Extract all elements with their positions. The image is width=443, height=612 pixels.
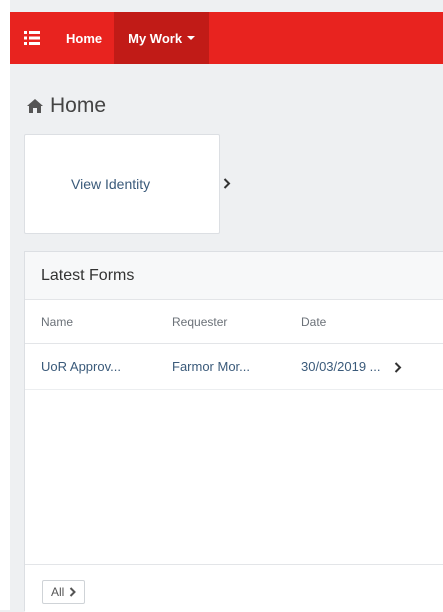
nav-home[interactable]: Home [54,12,114,64]
chevron-right-icon [223,178,231,189]
page-title-text: Home [50,94,107,117]
row-requester: Farmor Mor... [172,359,251,374]
row-date: 30/03/2019 ... [301,359,381,374]
column-header-name: Name [41,315,74,329]
nav-my-work-label: My Work [128,30,183,46]
list-icon [24,31,40,45]
all-forms-button[interactable]: All [42,580,86,604]
chevron-right-icon [70,587,77,597]
nav-home-label: Home [66,30,103,46]
column-header-date: Date [301,315,327,329]
table-header: Name Requester Date [25,300,443,344]
latest-forms-panel: Latest Forms Name Requester Date UoR App… [24,251,443,612]
row-name: UoR Approv... [41,359,121,374]
table-row[interactable]: UoR Approv... Farmor Mor... 30/03/2019 .… [25,344,443,390]
chevron-right-icon[interactable] [394,362,402,373]
view-identity-tile[interactable]: View Identity [24,134,231,234]
page-title: Home [26,93,106,119]
column-header-requester: Requester [172,315,228,329]
latest-forms-title-text: Latest Forms [41,266,135,284]
top-navbar: Home My Work [10,12,443,64]
panel-footer: All [25,564,443,612]
latest-forms-title: Latest Forms [25,252,443,300]
caret-down-icon [187,36,196,40]
all-forms-label: All [51,585,65,599]
view-identity-label: View Identity [71,176,151,192]
home-icon [27,99,43,113]
left-edge [0,0,10,610]
menu-toggle-button[interactable] [10,12,54,64]
nav-my-work-dropdown[interactable]: My Work [114,12,210,64]
